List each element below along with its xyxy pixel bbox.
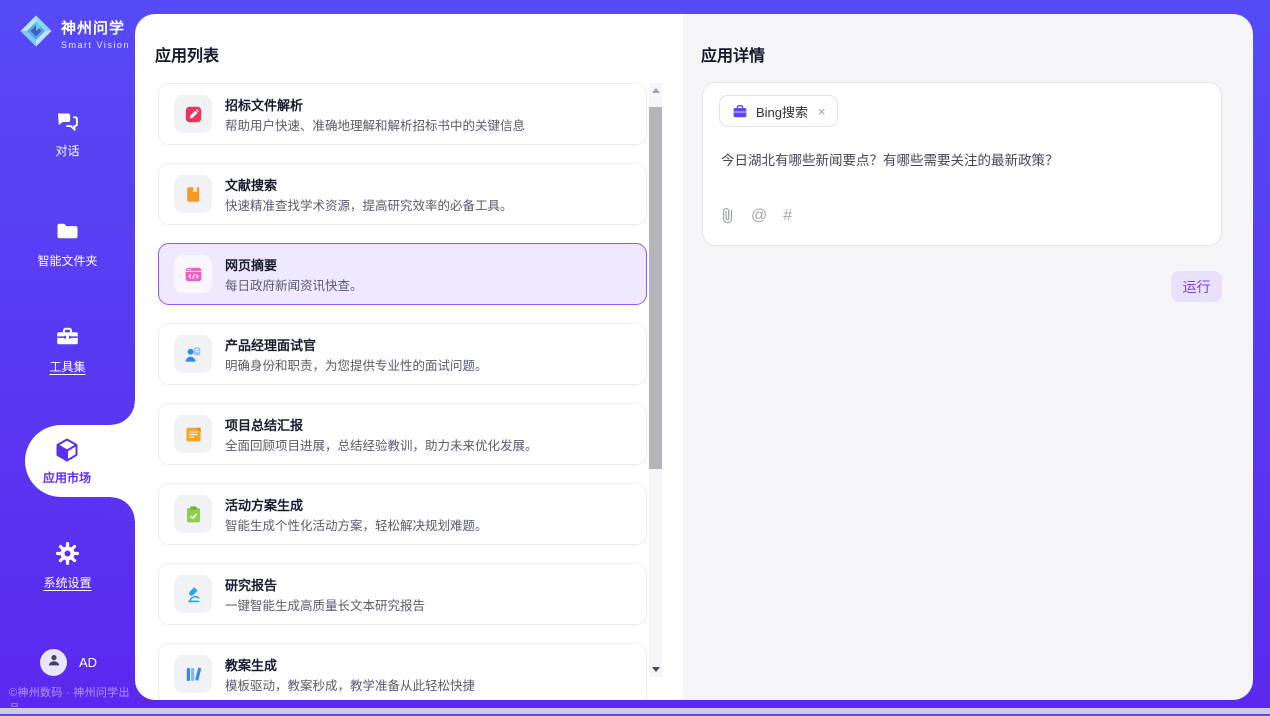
app-card-literature-search[interactable]: 文献搜索 快速精准查找学术资源，提高研究效率的必备工具。 — [158, 163, 647, 225]
scrollbar-thumb[interactable] — [649, 107, 662, 469]
run-button[interactable]: 运行 — [1171, 271, 1222, 302]
app-card-title: 研究报告 — [225, 575, 277, 594]
app-card-research-report[interactable]: 研究报告 一键智能生成高质量长文本研究报告 — [158, 563, 647, 625]
note-icon — [183, 424, 204, 445]
app-card-desc: 模板驱动，教案秒成，教学准备从此轻松快捷 — [225, 675, 475, 694]
app-card-title: 产品经理面试官 — [225, 335, 316, 354]
app-card-lesson-plan[interactable]: 教案生成 模板驱动，教案秒成，教学准备从此轻松快捷 — [158, 643, 647, 700]
person-icon — [46, 652, 62, 673]
app-card-web-summary[interactable]: 网页摘要 每日政府新闻资讯快查。 — [158, 243, 647, 305]
web-code-icon — [183, 264, 204, 285]
avatar[interactable] — [40, 649, 67, 676]
scrollbar-down-arrow-icon[interactable] — [652, 667, 660, 672]
app-card-title: 文献搜索 — [225, 175, 277, 194]
app-card-desc: 全面回顾项目进展，总结经验教训，助力未来优化发展。 — [225, 435, 538, 454]
app-card-title: 教案生成 — [225, 655, 277, 674]
hash-icon[interactable]: # — [783, 207, 792, 225]
app-card-desc: 帮助用户快速、准确地理解和解析招标书中的关键信息 — [225, 115, 525, 134]
app-card-desc: 智能生成个性化活动方案，轻松解决规划难题。 — [225, 515, 488, 534]
list-scrollbar[interactable] — [649, 83, 662, 677]
app-card-desc: 每日政府新闻资讯快查。 — [225, 275, 363, 294]
app-detail-title: 应用详情 — [701, 42, 765, 66]
app-card-desc: 快速精准查找学术资源，提高研究效率的必备工具。 — [225, 195, 513, 214]
app-card-title: 招标文件解析 — [225, 95, 303, 114]
book-icon — [183, 184, 204, 205]
close-icon[interactable]: × — [816, 104, 826, 119]
clipboard-check-icon — [183, 504, 204, 525]
app-window: { "sidebar": { "logo": {"title": "神州问学",… — [0, 0, 1270, 714]
chat-icon — [54, 108, 81, 135]
bing-search-tag[interactable]: Bing搜索 × — [719, 95, 838, 127]
prompt-toolbar: @ # — [720, 206, 792, 225]
app-detail-panel: 应用详情 Bing搜索 × 今日湖北有哪些新闻要点？有哪些需要关注的最新政策？ … — [683, 14, 1253, 700]
doc-edit-icon — [183, 104, 204, 125]
app-card-title: 活动方案生成 — [225, 495, 303, 514]
app-card-project-summary[interactable]: 项目总结汇报 全面回顾项目进展，总结经验教训，助力未来优化发展。 — [158, 403, 647, 465]
gear-icon — [54, 540, 81, 567]
app-card-list: 招标文件解析 帮助用户快速、准确地理解和解析招标书中的关键信息 文献搜索 快速精… — [158, 83, 647, 700]
app-card-desc: 明确身份和职责，为您提供专业性的面试问题。 — [225, 355, 488, 374]
prompt-card: Bing搜索 × 今日湖北有哪些新闻要点？有哪些需要关注的最新政策？ @ # — [702, 82, 1222, 246]
interviewer-icon — [183, 344, 204, 365]
sidebar-nav: 对话 智能文件夹 工具集 应用市场 系统设置 — [0, 0, 135, 714]
app-card-event-plan[interactable]: 活动方案生成 智能生成个性化活动方案，轻松解决规划难题。 — [158, 483, 647, 545]
sidebar-item-chat[interactable]: 对话 — [0, 108, 135, 159]
user-name: AD — [79, 655, 97, 670]
sidebar: 神州问学 Smart Vision 对话 智能文件夹 工具集 应用市场 系统设置… — [0, 0, 135, 714]
microscope-icon — [183, 584, 204, 605]
scrollbar-up-arrow-icon[interactable] — [652, 88, 660, 93]
books-icon — [183, 664, 204, 685]
sidebar-item-app-market[interactable]: 应用市场 — [25, 425, 135, 497]
sidebar-item-toolset[interactable]: 工具集 — [0, 324, 135, 375]
prompt-input[interactable]: 今日湖北有哪些新闻要点？有哪些需要关注的最新政策？ — [721, 151, 1201, 171]
main-content: 应用列表 招标文件解析 帮助用户快速、准确地理解和解析招标书中的关键信息 文献搜… — [135, 14, 1253, 700]
app-card-title: 项目总结汇报 — [225, 415, 303, 434]
user-account[interactable]: AD — [40, 649, 97, 676]
app-card-pm-interviewer[interactable]: 产品经理面试官 明确身份和职责，为您提供专业性的面试问题。 — [158, 323, 647, 385]
app-card-desc: 一键智能生成高质量长文本研究报告 — [225, 595, 425, 614]
at-icon[interactable]: @ — [751, 207, 767, 225]
briefcase-icon — [732, 104, 748, 119]
sidebar-item-smart-folders[interactable]: 智能文件夹 — [0, 218, 135, 269]
app-list-title: 应用列表 — [155, 42, 219, 66]
app-card-bid-doc-parse[interactable]: 招标文件解析 帮助用户快速、准确地理解和解析招标书中的关键信息 — [158, 83, 647, 145]
bottom-strip — [0, 708, 1270, 714]
toolbox-icon — [54, 324, 81, 351]
cube-icon — [53, 436, 81, 464]
tag-label: Bing搜索 — [756, 102, 808, 121]
app-card-title: 网页摘要 — [225, 255, 277, 274]
paperclip-icon[interactable] — [720, 206, 735, 225]
app-list-panel: 应用列表 招标文件解析 帮助用户快速、准确地理解和解析招标书中的关键信息 文献搜… — [135, 14, 683, 700]
folder-icon — [54, 218, 81, 245]
sidebar-item-system-settings[interactable]: 系统设置 — [0, 540, 135, 591]
